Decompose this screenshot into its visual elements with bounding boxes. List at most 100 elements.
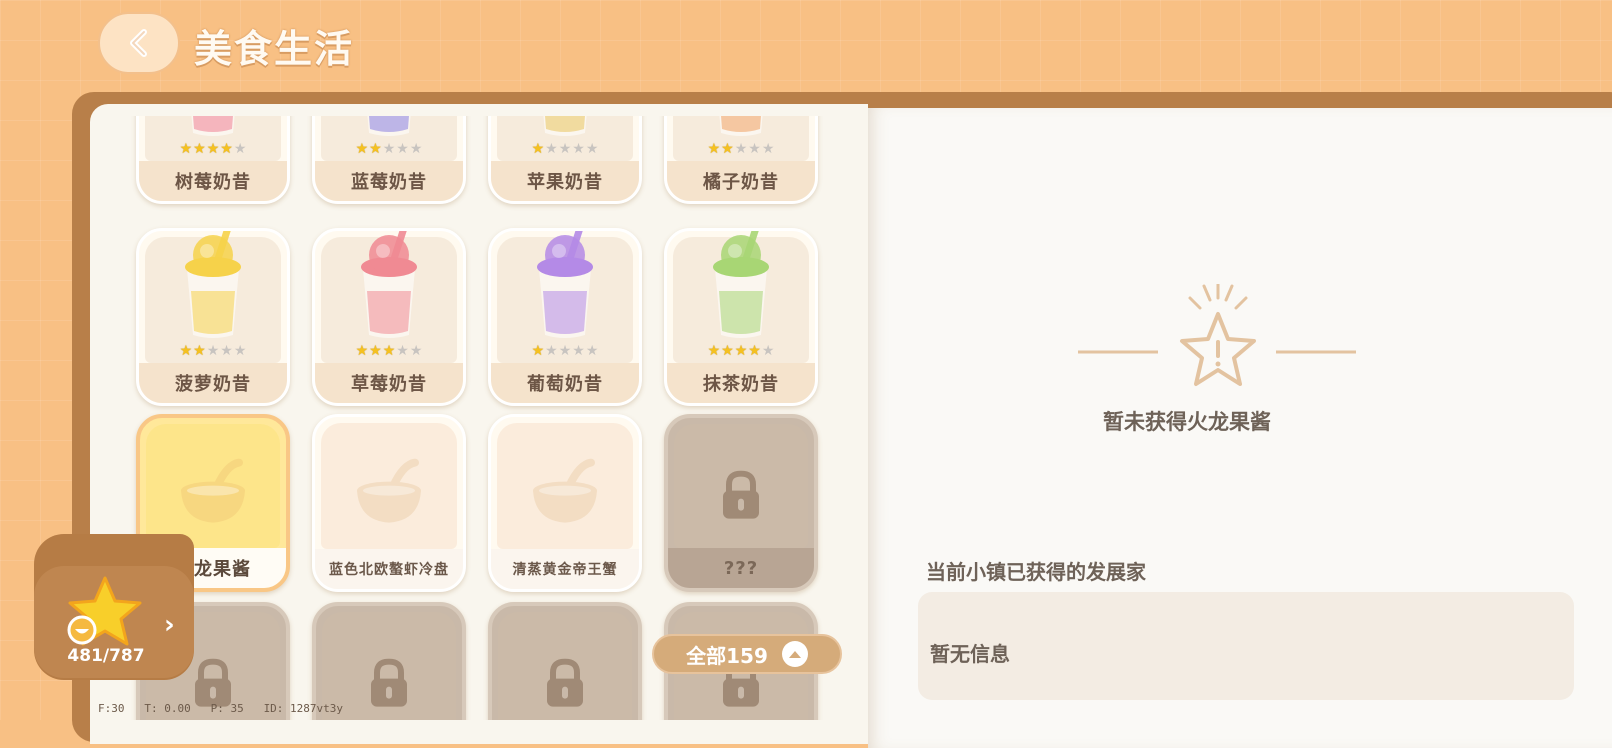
star-filled-icon: ★ bbox=[382, 343, 396, 359]
star-empty-icon: ★ bbox=[396, 343, 409, 359]
star-empty-icon: ★ bbox=[748, 141, 761, 157]
star-empty-icon: ★ bbox=[206, 343, 220, 359]
star-filled-icon: ★ bbox=[193, 343, 206, 359]
filter-button[interactable]: 全部159 bbox=[652, 634, 842, 674]
milkshake-icon bbox=[349, 231, 429, 345]
unobtained-star-icon bbox=[1078, 284, 1356, 386]
bowl-icon bbox=[525, 458, 605, 533]
star-filled-icon: ★ bbox=[531, 141, 545, 157]
star-filled-icon: ★ bbox=[179, 343, 193, 359]
star-filled-icon: ★ bbox=[193, 141, 206, 157]
star-filled-icon: ★ bbox=[721, 141, 734, 157]
star-empty-icon: ★ bbox=[220, 343, 233, 359]
star-empty-icon: ★ bbox=[585, 343, 599, 359]
food-card[interactable]: ??? bbox=[664, 414, 818, 592]
food-name: 抹茶奶昔 bbox=[667, 363, 815, 403]
food-name: 菠萝奶昔 bbox=[139, 363, 287, 403]
food-name: 蓝莓奶昔 bbox=[315, 161, 463, 201]
star-empty-icon: ★ bbox=[761, 343, 775, 359]
star-filled-icon: ★ bbox=[707, 343, 721, 359]
milkshake-icon bbox=[701, 116, 781, 143]
star-empty-icon: ★ bbox=[558, 343, 572, 359]
star-empty-icon: ★ bbox=[545, 141, 558, 157]
chevron-left-icon bbox=[130, 29, 147, 57]
food-card[interactable]: ★ ★ ★ ★ ★ 树莓奶昔 bbox=[136, 116, 290, 204]
milkshake-icon bbox=[349, 116, 429, 143]
milkshake-icon bbox=[701, 231, 781, 345]
star-filled-icon: ★ bbox=[721, 343, 734, 359]
food-card[interactable]: ★ ★ ★ ★ ★ 抹茶奶昔 bbox=[664, 228, 818, 406]
developer-info-box bbox=[918, 592, 1574, 700]
star-empty-icon: ★ bbox=[396, 141, 409, 157]
star-icon bbox=[67, 576, 142, 646]
star-empty-icon: ★ bbox=[233, 141, 247, 157]
star-filled-icon: ★ bbox=[206, 141, 220, 157]
food-card[interactable]: ★ ★ ★ ★ ★ 橘子奶昔 bbox=[664, 116, 818, 204]
milkshake-icon bbox=[525, 231, 605, 345]
star-filled-icon: ★ bbox=[355, 343, 369, 359]
milkshake-icon bbox=[173, 231, 253, 345]
food-card[interactable]: ★ ★ ★ ★ ★ 葡萄奶昔 bbox=[488, 228, 642, 406]
star-rating: ★ ★ ★ ★ ★ bbox=[139, 141, 287, 157]
star-empty-icon: ★ bbox=[382, 141, 396, 157]
star-rating: ★ ★ ★ ★ ★ bbox=[667, 343, 815, 359]
star-filled-icon: ★ bbox=[355, 141, 369, 157]
unobtained-status: 暂未获得火龙果酱 bbox=[1103, 410, 1271, 434]
lock-icon bbox=[367, 658, 411, 713]
star-empty-icon: ★ bbox=[761, 141, 775, 157]
page-title: 美食生活 bbox=[194, 27, 355, 71]
food-name: 树莓奶昔 bbox=[139, 161, 287, 201]
locked-food-card[interactable] bbox=[488, 602, 642, 720]
star-filled-icon: ★ bbox=[707, 141, 721, 157]
star-empty-icon: ★ bbox=[409, 343, 423, 359]
food-name: 草莓奶昔 bbox=[315, 363, 463, 403]
food-name: 蓝色北欧螯虾冷盘 bbox=[315, 549, 463, 589]
food-name: 橘子奶昔 bbox=[667, 161, 815, 201]
food-card[interactable]: 清蒸黄金帝王蟹 bbox=[488, 414, 642, 592]
star-empty-icon: ★ bbox=[233, 343, 247, 359]
filter-label: 全部159 bbox=[686, 643, 768, 668]
star-filled-icon: ★ bbox=[734, 343, 748, 359]
food-card[interactable]: 蓝色北欧螯虾冷盘 bbox=[312, 414, 466, 592]
food-card[interactable]: ★ ★ ★ ★ ★ 菠萝奶昔 bbox=[136, 228, 290, 406]
star-filled-icon: ★ bbox=[369, 141, 382, 157]
milkshake-icon bbox=[525, 116, 605, 143]
star-rating: ★ ★ ★ ★ ★ bbox=[315, 343, 463, 359]
star-rating: ★ ★ ★ ★ ★ bbox=[667, 141, 815, 157]
star-rating: ★ ★ ★ ★ ★ bbox=[491, 141, 639, 157]
food-name: 清蒸黄金帝王蟹 bbox=[491, 549, 639, 589]
star-filled-icon: ★ bbox=[179, 141, 193, 157]
star-filled-icon: ★ bbox=[220, 141, 233, 157]
food-grid: ★ ★ ★ ★ ★ 树莓奶昔 ★ ★ ★ ★ ★ 蓝莓奶昔 ★ ★ ★ ★ ★ 苹果奶昔 ★ ★ ★ ★ ★ 橘子奶昔 … bbox=[90, 116, 860, 720]
back-button[interactable] bbox=[98, 12, 180, 74]
chevron-up-icon bbox=[781, 641, 808, 667]
star-rating: ★ ★ ★ ★ ★ bbox=[139, 343, 287, 359]
star-filled-icon: ★ bbox=[369, 343, 382, 359]
star-empty-icon: ★ bbox=[545, 343, 558, 359]
star-empty-icon: ★ bbox=[572, 343, 585, 359]
star-empty-icon: ★ bbox=[585, 141, 599, 157]
chevron-right-icon[interactable]: › bbox=[164, 610, 175, 640]
food-card[interactable]: ★ ★ ★ ★ ★ 蓝莓奶昔 bbox=[312, 116, 466, 204]
star-empty-icon: ★ bbox=[409, 141, 423, 157]
bowl-icon bbox=[349, 458, 429, 533]
food-name: 葡萄奶昔 bbox=[491, 363, 639, 403]
star-filled-icon: ★ bbox=[748, 343, 761, 359]
star-empty-icon: ★ bbox=[558, 141, 572, 157]
star-empty-icon: ★ bbox=[572, 141, 585, 157]
collection-count: 481/787 bbox=[67, 646, 145, 666]
developer-info-text: 暂无信息 bbox=[930, 642, 1010, 666]
bowl-icon bbox=[173, 458, 253, 533]
food-card[interactable]: ★ ★ ★ ★ ★ 草莓奶昔 bbox=[312, 228, 466, 406]
star-filled-icon: ★ bbox=[531, 343, 545, 359]
lock-icon bbox=[719, 470, 763, 525]
developer-section-heading: 当前小镇已获得的发展家 bbox=[926, 560, 1146, 584]
food-name: ??? bbox=[668, 548, 814, 588]
star-empty-icon: ★ bbox=[734, 141, 748, 157]
milkshake-icon bbox=[173, 116, 253, 143]
debug-overlay: F:30 T: 0.00 P: 35 ID: 1287vt3y bbox=[98, 702, 344, 715]
food-card[interactable]: ★ ★ ★ ★ ★ 苹果奶昔 bbox=[488, 116, 642, 204]
star-rating: ★ ★ ★ ★ ★ bbox=[491, 343, 639, 359]
food-name: 苹果奶昔 bbox=[491, 161, 639, 201]
star-rating: ★ ★ ★ ★ ★ bbox=[315, 141, 463, 157]
